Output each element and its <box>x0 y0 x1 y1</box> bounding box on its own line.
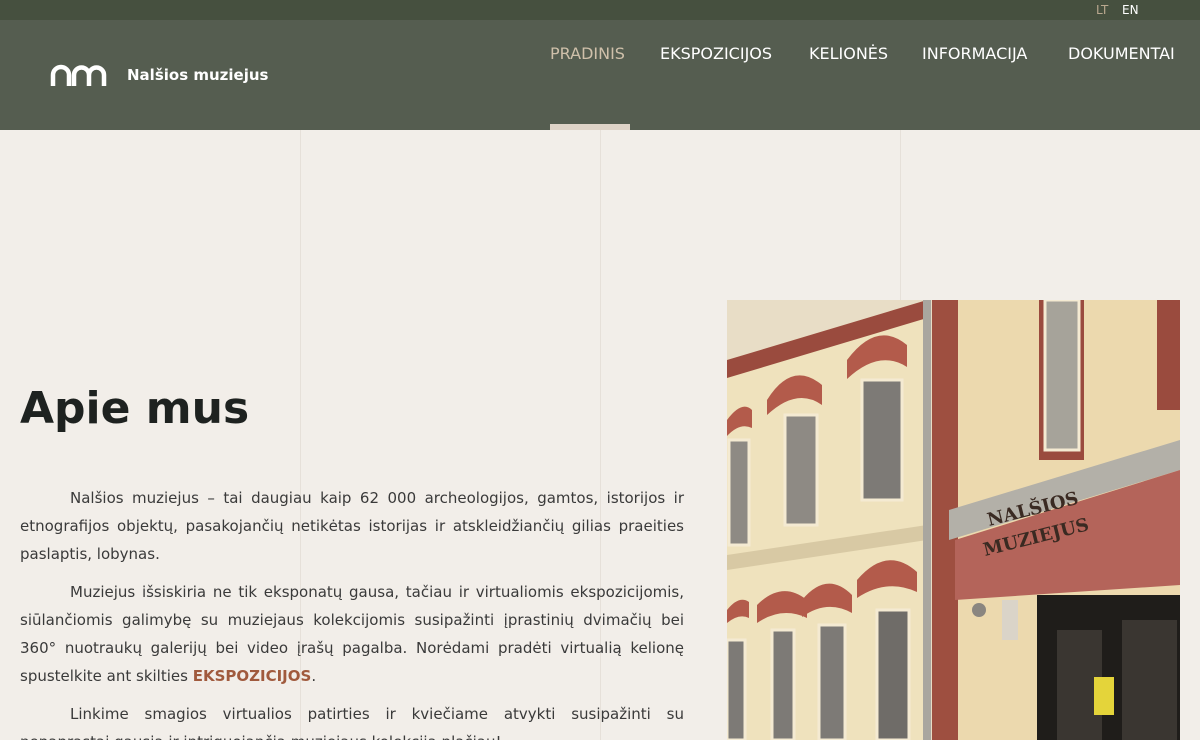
paragraph-text: . <box>311 667 317 685</box>
about-paragraph: Muziejus išsiskiria ne tik eksponatų gau… <box>20 578 684 690</box>
about-paragraph: Linkime smagios virtualios patirties ir … <box>20 705 684 740</box>
about-paragraph: Nalšios muziejus – tai daugiau kaip 62 0… <box>20 489 684 563</box>
nav-item-informacija[interactable]: INFORMACIJA <box>922 44 1027 63</box>
paragraph-text: Muziejus išsiskiria ne tik eksponatų gau… <box>20 583 684 685</box>
page-title: Apie mus <box>20 383 250 434</box>
logo-icon <box>50 64 107 86</box>
nav-item-ekspozicijos[interactable]: EKSPOZICIJOS <box>660 44 772 63</box>
lang-lt-link[interactable]: LT <box>1096 3 1108 17</box>
home-logo-link[interactable]: Nalšios muziejus <box>50 64 268 86</box>
nav-item-pradinis[interactable]: PRADINIS <box>550 44 625 63</box>
lang-en-link[interactable]: EN <box>1122 3 1139 17</box>
museum-building-image: NALŠIOS MUZIEJUS <box>727 300 1180 740</box>
brand-name: Nalšios muziejus <box>127 66 269 84</box>
about-text: Nalšios muziejus – tai daugiau kaip 62 0… <box>20 484 684 740</box>
active-nav-indicator <box>550 124 630 130</box>
nav-item-keliones[interactable]: KELIONĖS <box>809 44 888 63</box>
site-header: Nalšios muziejus <box>0 20 1200 130</box>
top-bar: LT EN <box>0 0 1200 20</box>
nav-item-dokumentai[interactable]: DOKUMENTAI <box>1068 44 1175 63</box>
museum-building-photo: NALŠIOS MUZIEJUS <box>727 300 1180 740</box>
ekspozicijos-link[interactable]: EKSPOZICIJOS <box>193 667 312 685</box>
